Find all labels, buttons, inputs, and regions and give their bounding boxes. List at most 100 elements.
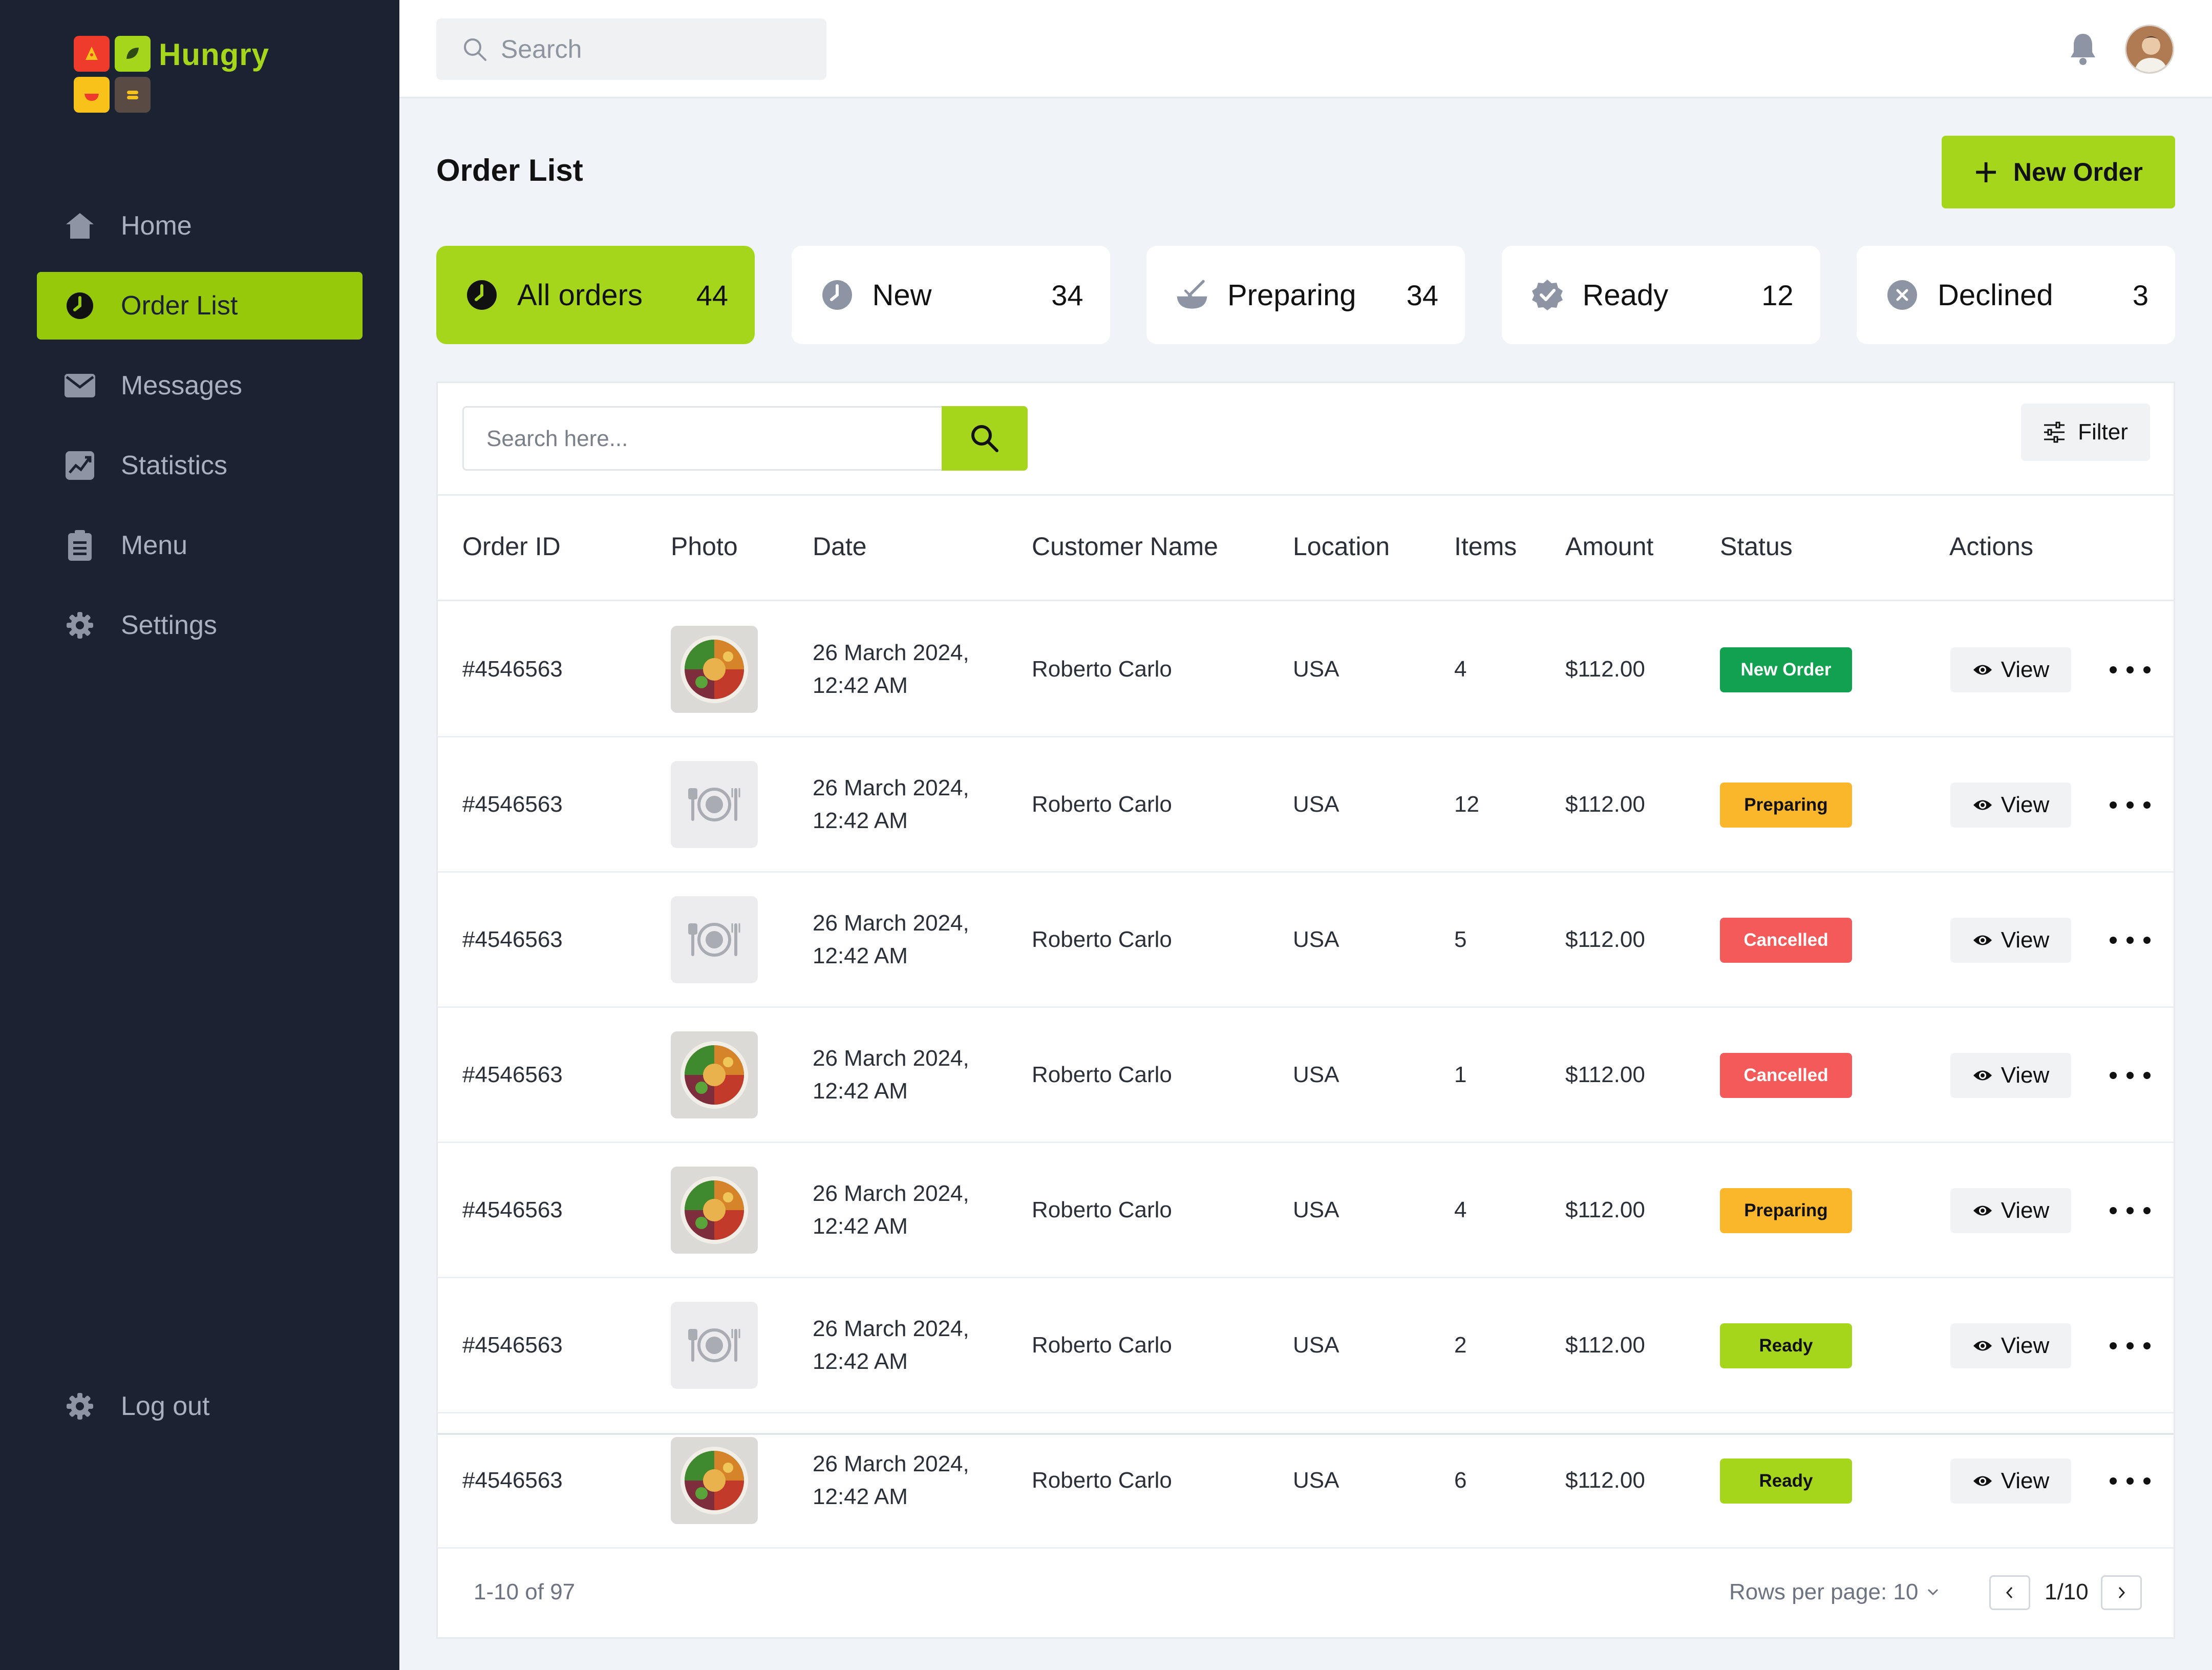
filter-label: Filter bbox=[2078, 419, 2128, 445]
column-header: Date bbox=[813, 532, 867, 561]
order-items: 4 bbox=[1454, 656, 1467, 682]
sidebar-item-order-list[interactable]: Order List bbox=[37, 272, 363, 340]
order-photo bbox=[671, 1437, 758, 1524]
previous-page-button[interactable] bbox=[1989, 1575, 2030, 1610]
order-photo bbox=[671, 1302, 758, 1389]
gear-icon bbox=[65, 610, 95, 641]
sliders-icon bbox=[2043, 421, 2066, 443]
sidebar-item-messages[interactable]: Messages bbox=[37, 352, 363, 419]
table-search-button[interactable] bbox=[942, 406, 1028, 471]
view-order-button[interactable]: View bbox=[1950, 1053, 2071, 1098]
sidebar-item-home[interactable]: Home bbox=[37, 192, 363, 260]
tab-count: 34 bbox=[1406, 279, 1438, 311]
table-row[interactable]: #4546563 26 March 2024, 12:42 AM Roberto Ca… bbox=[438, 1143, 2174, 1278]
sidebar-item-statistics[interactable]: Statistics bbox=[37, 432, 363, 499]
table-row[interactable]: #4546563 26 March 2024, 12:42 AM Roberto Ca… bbox=[438, 1278, 2174, 1413]
order-location: USA bbox=[1293, 926, 1339, 952]
global-search-input[interactable]: Search bbox=[436, 18, 826, 80]
more-actions-icon[interactable] bbox=[2110, 930, 2151, 950]
food-bowl-image bbox=[671, 1437, 758, 1524]
verified-badge-icon bbox=[1530, 278, 1564, 312]
order-date-day: 26 March 2024, bbox=[813, 910, 969, 936]
view-order-button[interactable]: View bbox=[1950, 1458, 2071, 1504]
plus-icon: + bbox=[1974, 149, 1998, 195]
more-actions-icon[interactable] bbox=[2110, 795, 2151, 815]
order-id: #4546563 bbox=[462, 1062, 563, 1087]
new-order-button[interactable]: + New Order bbox=[1942, 136, 2175, 208]
tab-all-orders[interactable]: All orders 44 bbox=[436, 246, 755, 344]
sidebar-item-menu[interactable]: Menu bbox=[37, 512, 363, 579]
table-row[interactable]: #4546563 26 March 2024, 12:42 AM Roberto Ca… bbox=[438, 1008, 2174, 1143]
order-location: USA bbox=[1293, 656, 1339, 682]
more-actions-icon[interactable] bbox=[2110, 1200, 2151, 1221]
customer-name: Roberto Carlo bbox=[1032, 1332, 1172, 1358]
column-header: Photo bbox=[671, 532, 738, 561]
table-row[interactable]: #4546563 26 March 2024, 12:42 AM Roberto Ca… bbox=[438, 737, 2174, 873]
more-actions-icon[interactable] bbox=[2110, 1471, 2151, 1491]
sidebar-item-label: Statistics bbox=[121, 451, 228, 480]
next-page-button[interactable] bbox=[2101, 1575, 2142, 1610]
order-photo bbox=[671, 761, 758, 848]
order-items: 5 bbox=[1454, 926, 1467, 952]
table-search-input[interactable]: Search here... bbox=[462, 406, 1028, 471]
order-items: 6 bbox=[1454, 1467, 1467, 1493]
logout-button[interactable]: Log out bbox=[37, 1372, 363, 1440]
tab-count: 12 bbox=[1761, 279, 1794, 311]
view-order-button[interactable]: View bbox=[1950, 647, 2071, 692]
eye-icon bbox=[1972, 798, 1993, 812]
clipboard-icon bbox=[65, 530, 95, 561]
order-location: USA bbox=[1293, 791, 1339, 817]
order-date: 26 March 2024, 12:42 AM bbox=[813, 772, 969, 837]
column-header: Amount bbox=[1565, 532, 1654, 561]
more-actions-icon[interactable] bbox=[2110, 660, 2151, 680]
plate-placeholder-icon bbox=[686, 784, 742, 825]
sidebar-item-label: Messages bbox=[121, 371, 242, 400]
order-date-day: 26 March 2024, bbox=[813, 775, 969, 800]
chevron-left-icon bbox=[2004, 1586, 2015, 1600]
table-row[interactable]: #4546563 26 March 2024, 12:42 AM Roberto Ca… bbox=[438, 602, 2174, 737]
view-order-button[interactable]: View bbox=[1950, 1323, 2071, 1368]
more-actions-icon[interactable] bbox=[2110, 1336, 2151, 1356]
tab-ready[interactable]: Ready 12 bbox=[1501, 246, 1820, 344]
notification-bell-icon[interactable] bbox=[2069, 32, 2097, 66]
tab-new[interactable]: New 34 bbox=[791, 246, 1110, 344]
view-order-button[interactable]: View bbox=[1950, 1188, 2071, 1233]
rows-per-page-select[interactable]: Rows per page: 10 bbox=[1729, 1579, 1940, 1605]
page-title: Order List bbox=[436, 153, 583, 187]
gear-icon bbox=[65, 1391, 95, 1422]
page-indicator: 1/10 bbox=[2045, 1579, 2089, 1604]
order-amount: $112.00 bbox=[1565, 791, 1645, 817]
order-id: #4546563 bbox=[462, 926, 563, 952]
order-amount: $112.00 bbox=[1565, 1332, 1645, 1358]
sidebar-item-settings[interactable]: Settings bbox=[37, 591, 363, 659]
order-location: USA bbox=[1293, 1062, 1339, 1087]
filter-button[interactable]: Filter bbox=[2021, 404, 2150, 461]
order-date-time: 12:42 AM bbox=[813, 943, 908, 968]
view-order-button[interactable]: View bbox=[1950, 783, 2071, 828]
x-circle-icon bbox=[1885, 278, 1919, 312]
sidebar-item-label: Settings bbox=[121, 610, 217, 640]
view-label: View bbox=[2001, 657, 2050, 682]
more-actions-icon[interactable] bbox=[2110, 1065, 2151, 1086]
order-date: 26 March 2024, 12:42 AM bbox=[813, 907, 969, 973]
tab-declined[interactable]: Declined 3 bbox=[1857, 246, 2175, 344]
customer-name: Roberto Carlo bbox=[1032, 926, 1172, 952]
global-search-placeholder: Search bbox=[501, 35, 582, 64]
status-badge: Preparing bbox=[1720, 783, 1852, 828]
cooking-pot-icon bbox=[1175, 278, 1209, 312]
user-avatar[interactable] bbox=[2125, 25, 2174, 74]
tab-preparing[interactable]: Preparing 34 bbox=[1146, 246, 1465, 344]
rows-per-page-label: Rows per page: 10 bbox=[1729, 1579, 1919, 1604]
view-order-button[interactable]: View bbox=[1950, 918, 2071, 963]
order-date: 26 March 2024, 12:42 AM bbox=[813, 1313, 969, 1378]
order-date: 26 March 2024, 12:42 AM bbox=[813, 1042, 969, 1108]
sidebar-nav: Home Order List Messages Statistics Menu bbox=[37, 192, 363, 671]
logo-tile-leaf-icon bbox=[115, 36, 151, 72]
search-icon bbox=[968, 422, 1001, 455]
tab-label: Ready bbox=[1582, 278, 1669, 312]
table-row[interactable]: #4546563 26 March 2024, 12:42 AM Roberto Ca… bbox=[438, 873, 2174, 1008]
order-id: #4546563 bbox=[462, 1332, 563, 1358]
table-search-placeholder: Search here... bbox=[486, 426, 628, 451]
app-logo[interactable]: Hungry bbox=[74, 36, 269, 113]
chevron-right-icon bbox=[2116, 1586, 2127, 1600]
